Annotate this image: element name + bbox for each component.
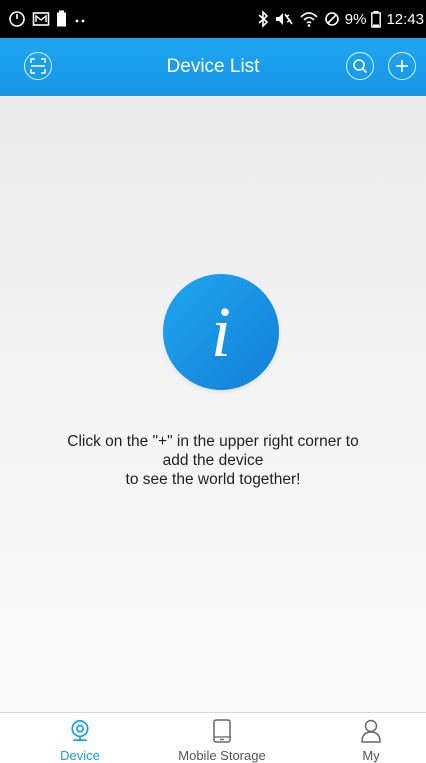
status-left — [8, 10, 88, 28]
battery-icon — [371, 11, 382, 28]
empty-message-line3: to see the world together! — [125, 471, 301, 488]
tab-mobile-storage[interactable]: Mobile Storage — [162, 713, 282, 763]
user-icon — [361, 719, 381, 743]
scan-button[interactable] — [24, 52, 52, 80]
info-glyph: i — [210, 292, 231, 372]
dnd-icon — [324, 12, 339, 26]
app-header: Device List — [0, 38, 426, 96]
status-bar: 9% 12:43 — [0, 0, 426, 38]
search-icon — [353, 59, 368, 74]
tab-my[interactable]: My — [346, 713, 396, 763]
wifi-icon — [300, 12, 318, 27]
dots-icon — [75, 19, 85, 23]
page-title: Device List — [166, 56, 260, 77]
search-button[interactable] — [346, 52, 374, 80]
tab-device[interactable]: Device — [44, 713, 116, 763]
mute-icon — [275, 13, 293, 25]
power-icon — [9, 11, 25, 27]
tablet-icon — [213, 719, 231, 743]
add-device-button[interactable] — [388, 52, 416, 80]
bottom-tab-bar: Device Mobile Storage My — [0, 712, 426, 763]
tab-device-label: Device — [60, 748, 100, 763]
mail-icon — [32, 12, 50, 26]
clock: 12:43 — [386, 10, 424, 28]
scan-icon — [30, 58, 46, 74]
tab-my-label: My — [362, 748, 380, 763]
camera-icon — [71, 720, 89, 742]
battery-percent: 9% — [344, 10, 367, 28]
bluetooth-icon — [258, 10, 268, 28]
add-icon — [396, 60, 408, 72]
empty-message-line2: add the device — [162, 452, 264, 469]
info-icon: i — [163, 274, 279, 390]
tab-mobile-storage-label: Mobile Storage — [178, 748, 266, 763]
status-right: 9% 12:43 — [257, 10, 426, 28]
empty-message-line1: Click on the "+" in the upper right corn… — [67, 433, 359, 450]
device-list-empty-state: i Click on the "+" in the upper right co… — [0, 96, 426, 712]
empty-message: Click on the "+" in the upper right corn… — [0, 432, 426, 489]
battery-small-icon — [57, 10, 66, 27]
